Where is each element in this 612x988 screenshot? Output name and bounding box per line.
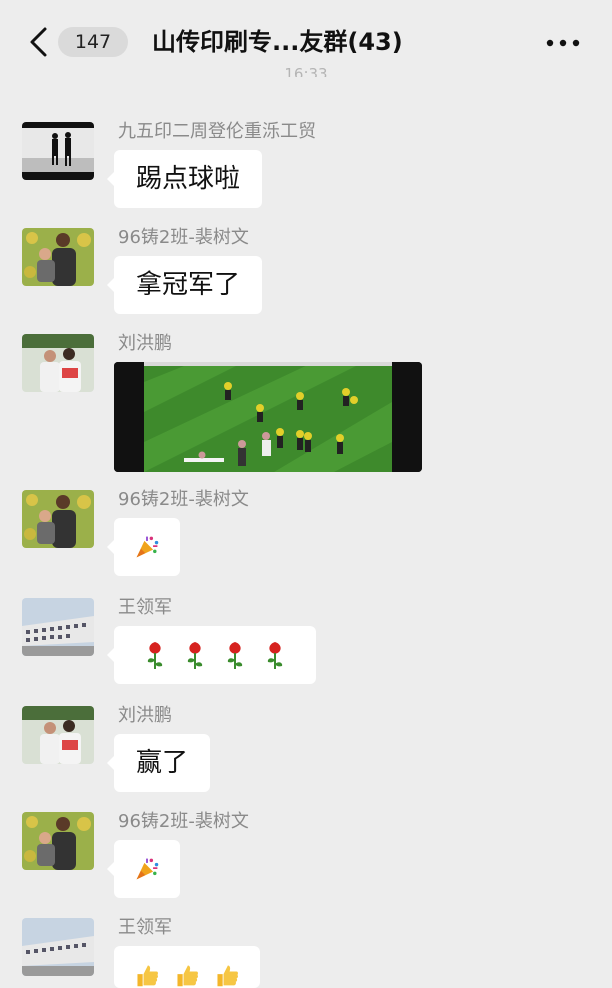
chat-title: 山传印刷专...友群(43) [152,28,403,56]
sender-name: 刘洪鹏 [118,705,172,726]
message-bubble[interactable]: 拿冠军了 [106,256,263,314]
chat-header: 147 山传印刷专...友群(43) 16:33 [0,0,612,80]
man-child-flowers-avatar[interactable] [22,812,94,870]
sender-name: 96铸2班-裴树文 [118,227,249,248]
message-timestamp: 16:33 [284,65,328,77]
thumbs-up-icon [177,965,198,987]
sender-name: 96铸2班-裴树文 [118,489,249,510]
rose-icon [187,642,203,669]
party-popper-icon [136,536,159,558]
message-bubble[interactable] [107,840,180,898]
rose-icon [147,642,163,669]
sender-name: 王领军 [118,917,172,938]
message-bubble[interactable]: 赢了 [106,734,211,792]
message-bubble[interactable]: 踢点球啦 [106,150,263,208]
thumbs-up-icon [137,965,158,987]
building-avatar[interactable] [22,918,94,976]
message-bubble[interactable] [114,946,260,988]
soccer-video-thumbnail[interactable] [114,362,422,472]
more-options-icon[interactable] [545,38,581,48]
sender-name: 96铸2班-裴树文 [118,811,249,832]
couple-avatar[interactable] [22,334,94,392]
message-bubble[interactable] [107,518,180,576]
man-child-flowers-avatar[interactable] [22,228,94,286]
couple-avatar[interactable] [22,706,94,764]
message-bubble[interactable] [107,626,316,684]
back-arrow-icon[interactable] [28,26,50,58]
sender-name: 刘洪鹏 [118,333,172,354]
party-popper-icon [136,858,159,880]
man-child-flowers-avatar[interactable] [22,490,94,548]
rose-icon [267,642,283,669]
sender-name: 王领军 [118,597,172,618]
building-avatar[interactable] [22,598,94,656]
unread-count-badge[interactable]: 147 [58,27,128,57]
silhouette-couple-avatar[interactable] [22,122,94,180]
thumbs-up-icon [217,965,238,987]
rose-icon [227,642,243,669]
sender-name: 九五印二周登伦重泺工贸 [118,121,316,142]
